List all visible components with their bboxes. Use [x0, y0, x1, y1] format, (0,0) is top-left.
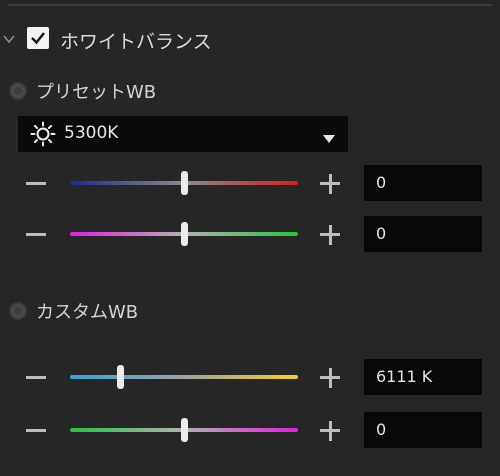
preset-wb-dropdown[interactable]: 5300K — [18, 116, 348, 152]
sun-icon — [30, 121, 56, 151]
preset-wb-label[interactable]: プリセットWB — [36, 78, 156, 104]
preset-temperature-row: 0 — [0, 163, 500, 203]
custom-wb-label[interactable]: カスタムWB — [36, 298, 138, 324]
section-title: ホワイトバランス — [60, 31, 212, 53]
dropdown-selected-value: 5300K — [64, 123, 119, 143]
plus-icon-stroke — [328, 224, 332, 245]
chevron-down-icon[interactable] — [2, 31, 16, 45]
dropdown-arrow-icon — [322, 129, 336, 148]
plus-icon-stroke — [328, 420, 332, 441]
preset-wb-radio[interactable] — [9, 82, 27, 100]
value-text: 0 — [376, 420, 387, 439]
custom-wb-radio[interactable] — [9, 302, 27, 320]
preset-tint-row: 0 — [0, 214, 500, 254]
custom-temperature-value-field[interactable]: 6111 K — [364, 359, 482, 395]
plus-icon-stroke — [328, 367, 332, 388]
white-balance-checkbox[interactable] — [27, 27, 49, 49]
custom-tint-value-field[interactable]: 0 — [364, 412, 482, 448]
plus-icon-stroke — [328, 173, 332, 194]
checkmark-icon — [31, 32, 45, 45]
custom-temperature-row: 6111 K — [0, 357, 500, 397]
section-divider — [8, 4, 492, 6]
value-text: 0 — [376, 224, 387, 243]
preset-temperature-value-field[interactable]: 0 — [364, 165, 482, 201]
custom-tint-row: 0 — [0, 410, 500, 450]
value-text: 6111 K — [376, 367, 433, 386]
white-balance-header[interactable]: ホワイトバランス — [0, 24, 300, 54]
preset-tint-value-field[interactable]: 0 — [364, 216, 482, 252]
value-text: 0 — [376, 173, 387, 192]
